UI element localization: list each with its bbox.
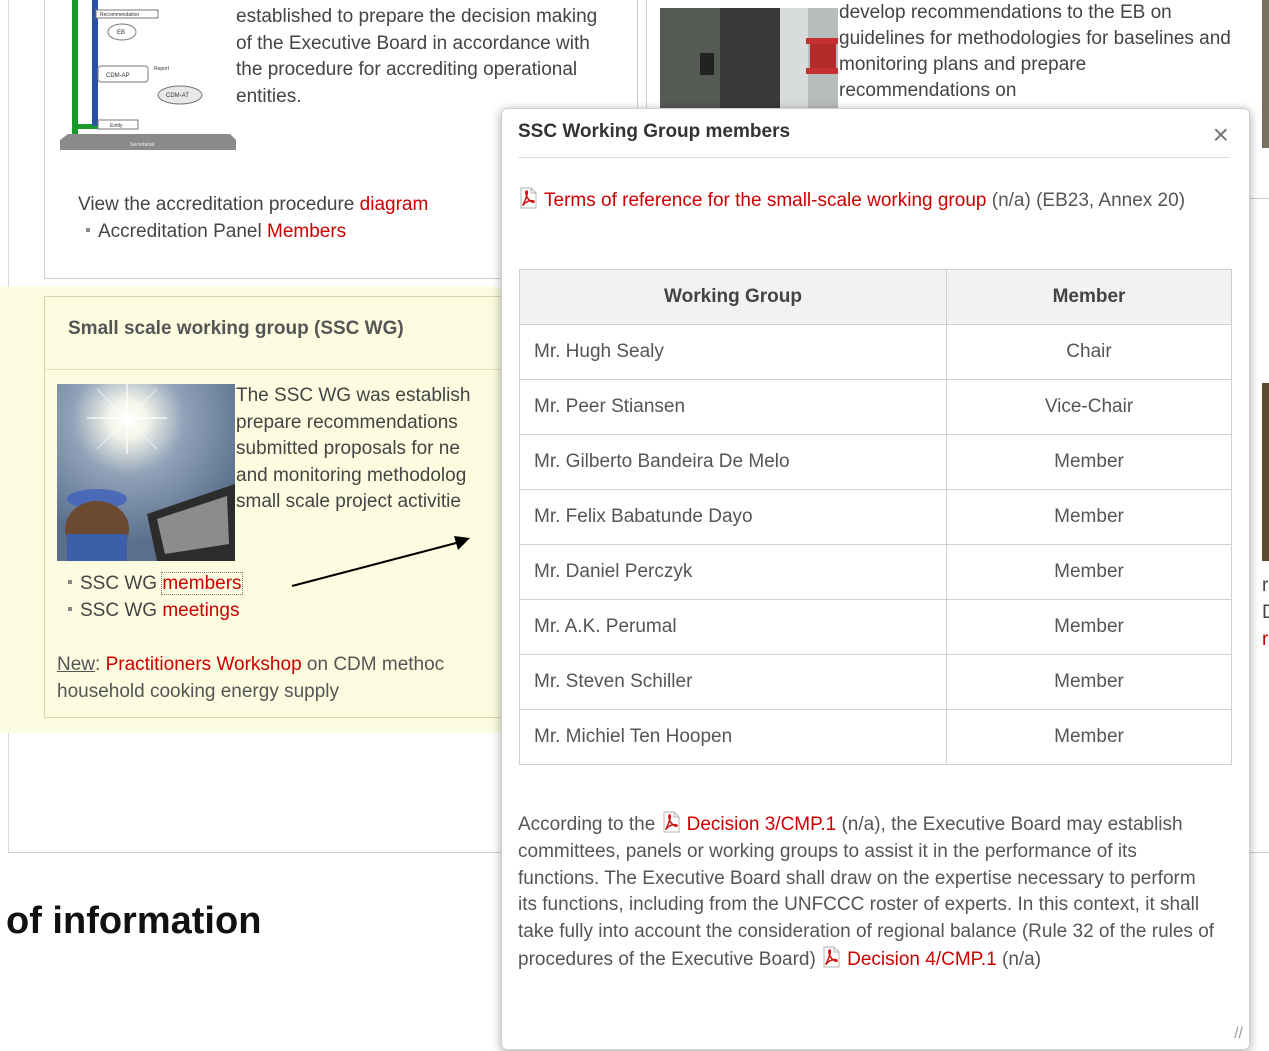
member-role: Chair [946, 324, 1232, 380]
decision-body: (n/a), the Executive Board may establish… [518, 814, 1215, 970]
ssc-meetings-line: SSC WG meetings [66, 597, 242, 624]
table-row: Mr. A.K. Perumal Member [519, 599, 1232, 655]
ssc-members-link[interactable]: members [161, 572, 243, 595]
table-row: Mr. Michiel Ten Hoopen Member [519, 709, 1232, 765]
right-edge-text: r D r [1262, 572, 1269, 653]
member-name: Mr. Steven Schiller [519, 654, 947, 710]
table-row: Mr. Gilberto Bandeira De Melo Member [519, 434, 1232, 490]
diagram-blue-bar [92, 0, 98, 126]
right-edge-text-line: r [1262, 575, 1269, 596]
member-name: Mr. Hugh Sealy [519, 324, 947, 380]
column-header-working-group: Working Group [519, 269, 947, 325]
view-procedure-line: View the accreditation procedure diagram [78, 191, 428, 218]
member-role: Member [946, 544, 1232, 600]
practitioners-workshop-link[interactable]: Practitioners Workshop [106, 654, 302, 675]
terms-of-reference-link[interactable]: Terms of reference for the small-scale w… [544, 190, 986, 211]
resize-grip-icon[interactable]: // [1234, 1025, 1243, 1043]
dialog-title-separator [518, 157, 1230, 158]
member-role: Vice-Chair [946, 379, 1232, 435]
member-role: Member [946, 654, 1232, 710]
accreditation-diagram-image[interactable]: Recommendation EB CDM-AP Report CDM-AT E… [60, 0, 236, 158]
new-rest: on CDM methoc [301, 654, 445, 675]
accreditation-description: established to prepare the decision maki… [236, 6, 598, 107]
new-label: New [57, 654, 96, 675]
ssc-new-line2: household cooking energy supply [57, 681, 340, 702]
diagram-label-cdm-ap: CDM-AP [106, 73, 130, 79]
ssc-wg-description: The SSC WG was establish prepare recomme… [236, 383, 506, 516]
pdf-icon [663, 811, 680, 833]
diagram-label-entity: Entity [110, 123, 123, 129]
decision-4-cmp1-link[interactable]: Decision 4/CMP.1 [847, 949, 997, 970]
table-header-row: Working Group Member [519, 269, 1232, 325]
diagram-label-secretariat: Secretariat [130, 142, 155, 148]
decision-3-cmp1-link[interactable]: Decision 3/CMP.1 [687, 814, 837, 835]
dialog-title: SSC Working Group members [518, 121, 791, 142]
ssc-wg-text-line: and monitoring methodolog [236, 464, 467, 486]
table-row: Mr. Steven Schiller Member [519, 654, 1232, 710]
accreditation-panel-text: Accreditation Panel [98, 221, 267, 242]
column-header-member: Member [946, 269, 1232, 325]
table-row: Mr. Felix Babatunde Dayo Member [519, 489, 1232, 545]
terms-of-reference-rest: (n/a) (EB23, Annex 20) [986, 190, 1186, 211]
table-row: Mr. Hugh Sealy Chair [519, 324, 1232, 380]
right-edge-image [1262, 0, 1269, 148]
member-name: Mr. Felix Babatunde Dayo [519, 489, 947, 545]
diagram-label-cdm-at: CDM-AT [166, 93, 189, 99]
pdf-icon [823, 946, 840, 968]
decision-prefix: According to the [518, 814, 661, 835]
member-role: Member [946, 709, 1232, 765]
diagram-label-eb: EB [117, 30, 125, 36]
member-role: Member [946, 599, 1232, 655]
accreditation-members-link[interactable]: Members [267, 221, 346, 242]
member-name: Mr. Michiel Ten Hoopen [519, 709, 947, 765]
member-name: Mr. Daniel Perczyk [519, 544, 947, 600]
member-role: Member [946, 489, 1232, 545]
right-edge-image [1262, 383, 1269, 561]
decision-paragraph: According to the Decision 3/CMP.1 (n/a),… [518, 811, 1218, 974]
ssc-wg-text-line: prepare recommendations [236, 411, 458, 433]
diagram-label-report: Report [154, 66, 170, 72]
ssc-wg-title: Small scale working group (SSC WG) [68, 318, 404, 339]
ssc-members-prefix: SSC WG [80, 573, 163, 594]
accreditation-links: View the accreditation procedure diagram… [78, 191, 428, 245]
information-heading: of information [6, 900, 262, 942]
diagram-link[interactable]: diagram [360, 194, 429, 215]
view-procedure-text: View the accreditation procedure [78, 194, 360, 215]
ssc-wg-photo [57, 384, 235, 561]
accreditation-panel-line: Accreditation Panel Members [84, 218, 428, 245]
decision-suffix: (n/a) [996, 948, 1042, 970]
terms-of-reference: Terms of reference for the small-scale w… [518, 187, 1208, 215]
members-dialog[interactable]: SSC Working Group members × Terms of ref… [501, 108, 1250, 1050]
members-table: Working Group Member Mr. Hugh Sealy Chair… [519, 269, 1232, 765]
ssc-meetings-link[interactable]: meetings [162, 600, 239, 621]
table-row: Mr. Peer Stiansen Vice-Chair [519, 379, 1232, 435]
ssc-wg-text-line: small scale project activitie [236, 491, 461, 512]
right-edge-text-line: r [1262, 629, 1269, 650]
member-name: Mr. Peer Stiansen [519, 379, 947, 435]
member-role: Member [946, 434, 1232, 490]
bullet-icon [86, 227, 90, 232]
ssc-meetings-prefix: SSC WG [80, 600, 163, 621]
right-edge-text-line: D [1262, 602, 1269, 623]
ssc-new-notice: New: Practitioners Workshop on CDM metho… [57, 651, 497, 705]
ssc-wg-links: SSC WG members SSC WG meetings [66, 570, 243, 624]
methodologies-photo [660, 8, 838, 108]
member-name: Mr. Gilberto Bandeira De Melo [519, 434, 947, 490]
close-icon[interactable]: × [1213, 121, 1229, 149]
member-name: Mr. A.K. Perumal [519, 599, 947, 655]
pdf-icon [520, 187, 537, 209]
ssc-wg-text-line: The SSC WG was establish [236, 385, 471, 406]
ssc-members-line: SSC WG members [66, 570, 243, 597]
annotation-arrow [291, 536, 470, 587]
new-colon: : [95, 654, 106, 675]
bullet-icon [68, 606, 72, 611]
ssc-new-line1: New: Practitioners Workshop on CDM metho… [57, 651, 497, 678]
methodologies-description: develop recommendations to the EB on gui… [839, 2, 1231, 101]
ssc-wg-text-line: submitted proposals for ne [236, 438, 460, 459]
diagram-label-recommendation: Recommendation [100, 12, 139, 18]
table-row: Mr. Daniel Perczyk Member [519, 544, 1232, 600]
bullet-icon [68, 579, 72, 584]
